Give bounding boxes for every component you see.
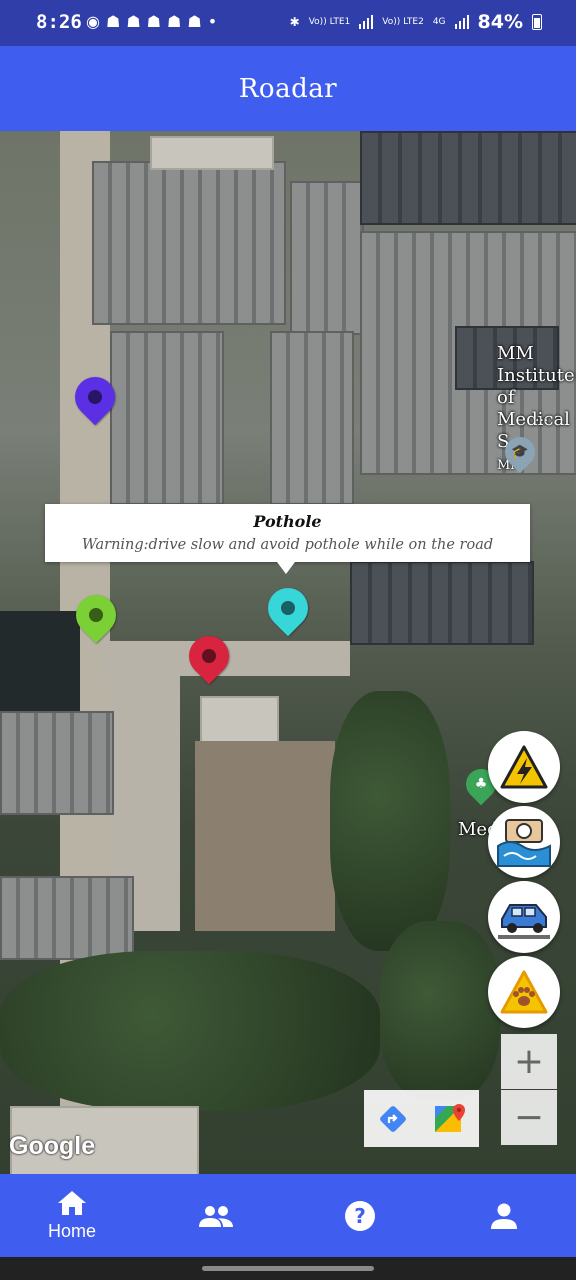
network-type: 4G [432, 16, 446, 27]
open-in-maps-button[interactable] [421, 1090, 478, 1147]
marker-dot [202, 649, 216, 663]
signal-icon [454, 15, 469, 29]
directions-button[interactable] [364, 1090, 421, 1147]
nav-home[interactable]: Home [0, 1174, 144, 1257]
app-title: Roadar [238, 73, 338, 104]
snapchat-icon: ☗ [105, 12, 121, 31]
place-label-institute-text: MM Institute of Medical S [497, 343, 575, 452]
building [360, 131, 576, 225]
zoom-in-button[interactable]: + [501, 1034, 557, 1089]
more-notifications-icon: • [207, 12, 218, 31]
google-maps-icon [434, 1103, 465, 1132]
battery-percent: 84% [477, 11, 523, 33]
snapchat-icon: ☗ [146, 12, 161, 31]
info-window-title: Pothole [253, 512, 322, 531]
trees [330, 691, 450, 951]
network-label-2: Vo)) LTE2 [382, 16, 424, 27]
flooded-road-button[interactable] [488, 806, 560, 878]
marker-dot [88, 390, 102, 404]
road [195, 741, 335, 931]
zoom-out-button[interactable]: − [501, 1090, 557, 1145]
marker-info-window[interactable]: Pothole Warning:drive slow and avoid pot… [45, 504, 530, 574]
svg-text:?: ? [354, 1204, 366, 1228]
help-icon: ? [345, 1200, 375, 1231]
info-window-snippet: Warning:drive slow and avoid pothole whi… [81, 537, 494, 553]
status-bar: 8:26 ◉ ☗ ☗ ☗ ☗ ☗ • ✱ Vo)) LTE1 Vo)) LTE2… [0, 0, 576, 46]
snapchat-icon: ☗ [126, 12, 141, 31]
nav-help[interactable]: ? [288, 1174, 432, 1257]
animal-warning-icon [500, 970, 548, 1014]
building [92, 161, 286, 325]
nav-home-label: Home [47, 1221, 96, 1241]
building [290, 181, 364, 335]
trees [0, 951, 380, 1111]
whatsapp-icon: ◉ [86, 12, 100, 31]
marker-dot [281, 601, 295, 615]
google-logo: Google [9, 1132, 96, 1160]
profile-icon [491, 1203, 517, 1229]
car-accident-icon [498, 904, 550, 939]
flooded-road-icon [497, 819, 551, 867]
home-indicator[interactable] [202, 1266, 374, 1271]
marker-cyan[interactable] [259, 579, 317, 637]
notification-icons: ◉ ☗ ☗ ☗ ☗ ☗ • [86, 12, 217, 31]
signal-icon [359, 15, 374, 29]
group-icon [199, 1205, 233, 1227]
map-toolbar [364, 1090, 479, 1147]
marker-green[interactable] [67, 586, 125, 644]
network-label-1: Vo)) LTE1 [308, 16, 351, 27]
battery-icon [532, 14, 542, 30]
accident-button[interactable] [488, 881, 560, 953]
system-icons: ✱ Vo)) LTE1 Vo)) LTE2 4G 84% [290, 11, 542, 33]
building [0, 711, 114, 815]
trees [380, 921, 500, 1101]
building [150, 136, 274, 170]
snapchat-icon: ☗ [167, 12, 182, 31]
nav-profile[interactable] [432, 1174, 576, 1257]
building [270, 331, 354, 505]
electric-hazard-button[interactable] [488, 731, 560, 803]
building [0, 876, 134, 960]
app-bar: Roadar [0, 46, 576, 131]
place-label-more: ... [535, 409, 549, 425]
graduation-cap-icon: 🎓 [511, 444, 529, 460]
electric-hazard-icon [500, 745, 548, 789]
animal-crossing-button[interactable] [488, 956, 560, 1028]
map-view[interactable]: MM Institute of Medical S MM ... 🎓 ♣ Med… [0, 131, 576, 1174]
marker-purple[interactable] [66, 368, 124, 426]
building [110, 331, 224, 505]
tree-icon: ♣ [474, 776, 488, 792]
bluetooth-icon: ✱ [289, 15, 300, 29]
building [350, 561, 534, 645]
bottom-navigation: Home ? [0, 1174, 576, 1257]
marker-dot [89, 608, 103, 622]
home-icon [58, 1191, 86, 1215]
snapchat-icon: ☗ [187, 12, 202, 31]
marker-red[interactable] [180, 627, 238, 685]
status-time: 8:26 [36, 11, 82, 33]
nav-community[interactable] [144, 1174, 288, 1257]
directions-icon [379, 1105, 406, 1132]
road [0, 611, 80, 711]
